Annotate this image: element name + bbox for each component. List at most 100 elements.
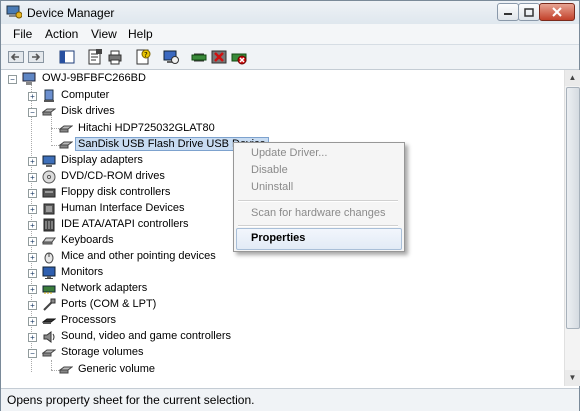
tree-item-label: Storage volumes — [61, 346, 144, 358]
menu-view[interactable]: View — [91, 27, 117, 41]
device-manager-icon — [6, 5, 22, 19]
collapse-toggle[interactable]: − — [8, 75, 17, 84]
scrollbar-thumb[interactable] — [566, 87, 580, 329]
title-bar[interactable]: Device Manager — [1, 1, 579, 24]
tree-connector-line — [51, 145, 59, 146]
tree-item-ide[interactable]: + IDE ATA/ATAPI controllers — [28, 217, 228, 233]
menu-bar: File Action View Help — [1, 24, 579, 45]
tree-item-hitachi-drive[interactable]: Hitachi HDP725032GLAT80 — [59, 121, 259, 137]
expand-toggle[interactable]: + — [28, 92, 37, 101]
tree-item-monitors[interactable]: + Monitors — [28, 265, 228, 281]
uninstall-icon[interactable] — [211, 49, 227, 65]
update-driver-icon[interactable] — [191, 49, 207, 65]
collapse-toggle[interactable]: − — [28, 349, 37, 358]
tree-item-computer[interactable]: + Computer — [28, 88, 228, 104]
expand-toggle[interactable]: + — [28, 173, 37, 182]
window-title: Device Manager — [27, 6, 115, 20]
scroll-up-button[interactable]: ▲ — [565, 70, 580, 86]
sound-icon — [43, 331, 55, 343]
tree-item-label: Human Interface Devices — [61, 202, 185, 214]
menu-action[interactable]: Action — [45, 27, 78, 41]
status-text: Opens property sheet for the current sel… — [7, 393, 255, 407]
network-adapter-icon — [42, 285, 56, 294]
keyboard-icon — [42, 237, 56, 245]
help-icon[interactable]: ? — [135, 49, 151, 65]
tree-item-generic-volume[interactable]: Generic volume — [59, 362, 259, 378]
tree-item-label: IDE ATA/ATAPI controllers — [61, 218, 189, 230]
expand-toggle[interactable]: + — [28, 301, 37, 310]
display-adapter-icon — [42, 155, 56, 167]
tree-connector-line — [51, 370, 59, 371]
floppy-controller-icon — [42, 188, 56, 198]
tree-item-hid[interactable]: + Human Interface Devices — [28, 201, 228, 217]
tree-item-dvd-cdrom[interactable]: + DVD/CD-ROM drives — [28, 169, 228, 185]
tree-item-label: Monitors — [61, 266, 104, 278]
properties-icon[interactable] — [87, 49, 103, 65]
menu-uninstall[interactable]: Uninstall — [251, 181, 293, 193]
tree-item-sound[interactable]: + Sound, video and game controllers — [28, 329, 258, 345]
menu-file[interactable]: File — [13, 27, 32, 41]
tree-item-network[interactable]: + Network adapters — [28, 281, 228, 297]
tree-item-keyboards[interactable]: + Keyboards — [28, 233, 228, 249]
show-hide-console-tree-icon[interactable] — [59, 49, 75, 65]
menu-separator — [238, 225, 398, 227]
computer-root-icon — [22, 72, 36, 85]
close-button[interactable] — [539, 3, 575, 21]
ide-controller-icon — [43, 218, 55, 232]
tree-item-disk-drives[interactable]: − Disk drives — [28, 104, 228, 120]
tree-item-label: Mice and other pointing devices — [61, 250, 216, 262]
expand-toggle[interactable]: + — [28, 253, 37, 262]
tree-item-sandisk-drive[interactable]: SanDisk USB Flash Drive USB Device — [59, 137, 269, 153]
expand-toggle[interactable]: + — [28, 269, 37, 278]
close-icon — [552, 7, 562, 17]
maximize-button[interactable] — [518, 3, 540, 21]
monitor-icon — [42, 266, 56, 279]
menu-help[interactable]: Help — [128, 27, 153, 41]
scroll-down-button[interactable]: ▼ — [565, 370, 580, 386]
tree-item-processors[interactable]: + Processors — [28, 313, 228, 329]
menu-disable[interactable]: Disable — [251, 164, 288, 176]
tree-root[interactable]: − OWJ-9BFBFC266BD — [8, 71, 208, 87]
expand-toggle[interactable]: + — [28, 333, 37, 342]
tree-item-label: Generic volume — [78, 363, 156, 375]
menu-scan-hardware[interactable]: Scan for hardware changes — [251, 207, 386, 219]
expand-toggle[interactable]: + — [28, 237, 37, 246]
tree-item-mice[interactable]: + Mice and other pointing devices — [28, 249, 248, 265]
expand-toggle[interactable]: + — [28, 317, 37, 326]
cdrom-icon — [42, 170, 56, 184]
tree-item-floppy[interactable]: + Floppy disk controllers — [28, 185, 228, 201]
tree-item-display-adapters[interactable]: + Display adapters — [28, 153, 228, 169]
disk-drive-icon — [59, 125, 73, 133]
svg-text:?: ? — [144, 51, 148, 59]
status-bar: Opens property sheet for the current sel… — [1, 388, 579, 411]
back-arrow-icon[interactable] — [8, 49, 24, 65]
expand-toggle[interactable]: + — [28, 189, 37, 198]
tree-item-label: Computer — [61, 89, 110, 101]
tree-item-storage-volumes[interactable]: − Storage volumes — [28, 345, 228, 361]
tree-item-label: Sound, video and game controllers — [61, 330, 231, 342]
forward-arrow-icon[interactable] — [28, 49, 44, 65]
expand-toggle[interactable]: + — [28, 205, 37, 214]
tree-item-label: Processors — [61, 314, 117, 326]
menu-properties[interactable]: Properties — [251, 232, 305, 244]
expand-toggle[interactable]: + — [28, 157, 37, 166]
tree-item-label: Hitachi HDP725032GLAT80 — [78, 122, 215, 134]
collapse-toggle[interactable]: − — [28, 108, 37, 117]
expand-toggle[interactable]: + — [28, 221, 37, 230]
scan-hardware-icon[interactable] — [163, 49, 179, 65]
vertical-scrollbar[interactable]: ▲ ▼ — [564, 70, 580, 386]
disk-drive-icon — [42, 108, 56, 116]
print-icon[interactable] — [107, 49, 123, 65]
disable-device-icon[interactable] — [231, 49, 247, 65]
processor-icon — [42, 318, 56, 324]
menu-update-driver[interactable]: Update Driver... — [251, 147, 327, 159]
expand-toggle[interactable]: + — [28, 285, 37, 294]
storage-volume-icon — [59, 366, 73, 374]
tree-item-ports[interactable]: + Ports (COM & LPT) — [28, 297, 228, 313]
mouse-icon — [44, 252, 54, 264]
menu-separator — [238, 200, 398, 202]
disk-drive-icon — [59, 141, 73, 149]
minimize-button[interactable] — [497, 3, 519, 21]
minimize-icon — [504, 13, 512, 15]
maximize-icon — [524, 7, 534, 17]
